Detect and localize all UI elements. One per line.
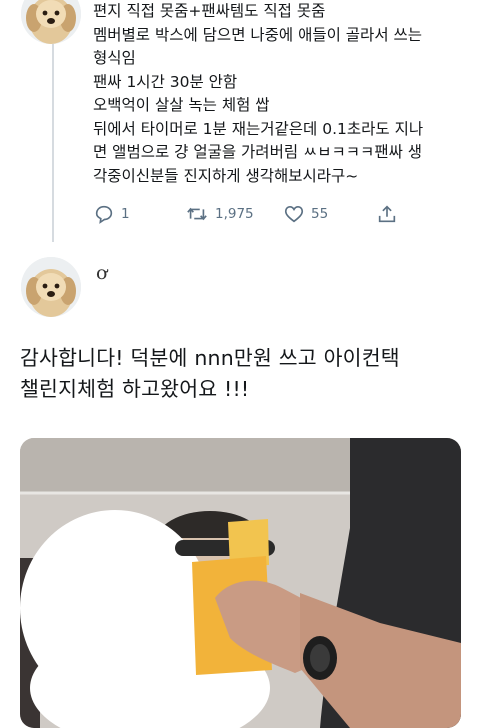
reply-count: 1 <box>121 206 130 222</box>
avatar[interactable] <box>21 0 81 44</box>
reply-button[interactable]: 1 <box>93 200 130 228</box>
heart-icon <box>284 206 304 223</box>
tweet-line: 형식임 <box>93 49 136 67</box>
retweet-count: 1,975 <box>215 206 254 222</box>
retweet-button[interactable]: 1,975 <box>185 200 254 228</box>
retweet-icon <box>187 207 207 221</box>
share-button[interactable] <box>376 200 398 228</box>
tweet-line: 멤버별로 박스에 담으면 나중에 애들이 골라서 쓰는 <box>93 25 423 44</box>
dog-avatar-icon <box>21 257 81 317</box>
tweet-body: 편지 직접 못줌+팬싸템도 직접 못줌 멤버별로 박스에 담으면 나중에 애들이… <box>93 0 473 188</box>
like-count: 55 <box>311 206 329 222</box>
tweet-line: 편지 직접 못줌+팬싸템도 직접 못줌 <box>93 2 326 20</box>
like-button[interactable]: 55 <box>283 200 328 228</box>
tweet-line: 뒤에서 타이머로 1분 재는거같은데 0.1초라도 지나 <box>93 119 424 138</box>
tweet-actions-bar: 1 1,975 55 <box>93 200 413 228</box>
tweet-line: 감사합니다! 덕분에 nnn만원 쓰고 아이컨택 <box>20 346 400 370</box>
dog-avatar-icon <box>21 0 81 44</box>
user-handle[interactable]: ơ <box>96 262 107 284</box>
tweet-line: 팬싸 1시간 30분 안함 <box>93 72 238 91</box>
tweet-body: 감사합니다! 덕분에 nnn만원 쓰고 아이컨택 챌린지체험 하고왔어요 !!! <box>20 343 470 405</box>
attached-photo[interactable] <box>20 438 461 728</box>
tweet-line: 챌린지체험 하고왔어요 !!! <box>20 377 250 401</box>
avatar[interactable] <box>21 257 81 317</box>
tweet-line: 면 앨범으로 걍 얼굴을 가려버림 ㅆㅂㅋㅋㅋ팬싸 생 <box>93 143 423 161</box>
reply-icon <box>95 205 113 224</box>
share-icon <box>378 205 396 223</box>
tweet-line: 오백억이 살살 녹는 체험 쌉 <box>93 96 270 114</box>
tweet-line: 각중이신분들 진지하게 생각해보시라구~ <box>93 166 359 185</box>
